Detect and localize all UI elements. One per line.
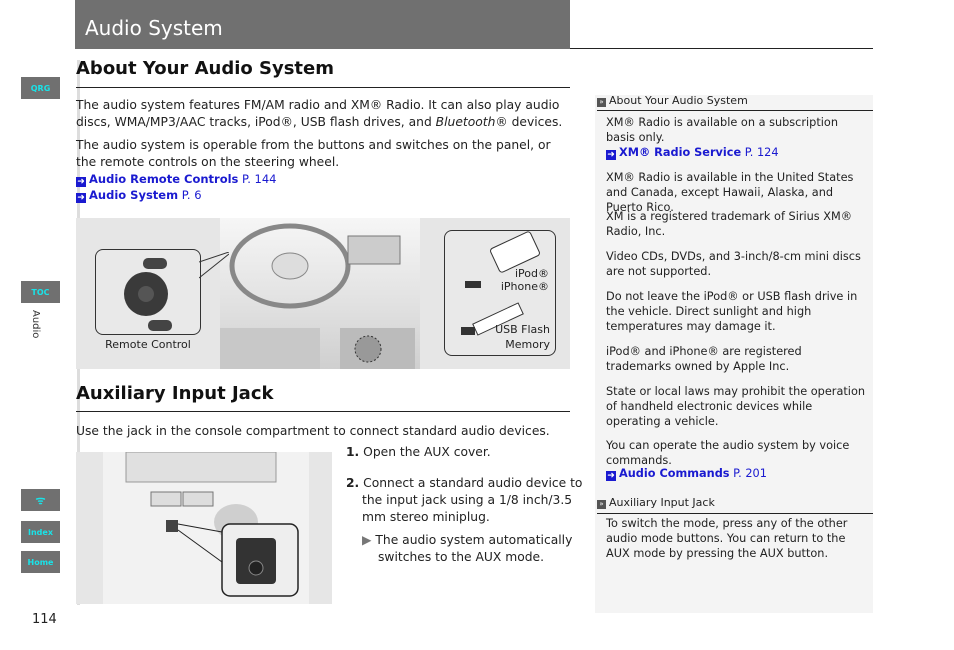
note-item: XM is a registered trademark of Sirius X… xyxy=(606,210,853,238)
voice-command-icon: ᯤ xyxy=(35,493,46,507)
note-item: You can operate the audio system by voic… xyxy=(606,439,850,467)
note-item: State or local laws may prohibit the ope… xyxy=(606,385,866,428)
note-divider xyxy=(597,110,873,111)
double-chevron-icon: » xyxy=(597,500,606,509)
page-number: 114 xyxy=(32,612,57,627)
link-audio-system[interactable]: ➜ Audio System P. 6 xyxy=(76,188,202,203)
header-divider xyxy=(570,48,873,49)
steering-remote-icon xyxy=(124,258,172,331)
remote-control-callout xyxy=(95,249,201,335)
heading-divider xyxy=(76,411,570,412)
double-chevron-icon: » xyxy=(597,98,606,107)
section-label: Audio xyxy=(30,310,41,339)
note-item: XM® Radio is available on a subscription… xyxy=(606,116,838,144)
step-result: ▶ The audio system automatically switche… xyxy=(362,533,573,564)
steering-wheel-illustration xyxy=(220,223,415,369)
section-heading-about: About Your Audio System xyxy=(76,58,334,79)
link-audio-commands[interactable]: ➜ Audio Commands P. 201 xyxy=(606,467,767,481)
link-xm-radio-service[interactable]: ➜ XM® Radio Service P. 124 xyxy=(606,146,779,160)
triangle-bullet-icon: ▶ xyxy=(362,533,372,547)
arrow-icon: ➜ xyxy=(76,177,86,187)
aux-intro: Use the jack in the console compartment … xyxy=(76,424,550,438)
home-tab[interactable]: Home xyxy=(21,551,60,573)
arrow-icon: ➜ xyxy=(606,471,616,481)
about-paragraph-2: The audio system is operable from the bu… xyxy=(76,138,551,169)
link-audio-remote-controls[interactable]: ➜ Audio Remote Controls P. 144 xyxy=(76,172,276,187)
voice-command-tab[interactable]: ᯤ xyxy=(21,489,60,511)
callout-pointer xyxy=(199,252,229,279)
step-2: 2. Connect a standard audio device to th… xyxy=(346,476,583,524)
index-tab[interactable]: Index xyxy=(21,521,60,543)
note-heading-aux: » Auxiliary Input Jack xyxy=(597,496,715,509)
ipod-caption: iPod® iPhone® xyxy=(500,267,549,293)
aux-jack-figure xyxy=(76,451,332,604)
arrow-icon: ➜ xyxy=(606,150,616,160)
note-item: To switch the mode, press any of the oth… xyxy=(606,517,848,560)
qrg-tab[interactable]: QRG xyxy=(21,77,60,99)
section-heading-aux: Auxiliary Input Jack xyxy=(76,383,274,404)
step-1: 1. Open the AUX cover. xyxy=(346,445,491,459)
note-item: Do not leave the iPod® or USB flash driv… xyxy=(606,290,858,333)
usb-caption: USB Flash Memory xyxy=(495,323,550,351)
note-divider xyxy=(597,513,873,514)
console-illustration xyxy=(103,451,309,604)
dashboard-photo xyxy=(220,218,420,369)
heading-divider xyxy=(76,87,570,88)
arrow-icon: ➜ xyxy=(76,193,86,203)
note-item: Video CDs, DVDs, and 3-inch/8-cm mini di… xyxy=(606,250,861,278)
page-title: Audio System xyxy=(85,16,223,40)
remote-control-caption: Remote Control xyxy=(105,338,191,351)
note-item: iPod® and iPhone® are registered tradema… xyxy=(606,345,802,373)
note-heading-about: » About Your Audio System xyxy=(597,94,748,107)
about-paragraph-1: The audio system features FM/AM radio an… xyxy=(76,98,563,129)
toc-tab[interactable]: TOC xyxy=(21,281,60,303)
